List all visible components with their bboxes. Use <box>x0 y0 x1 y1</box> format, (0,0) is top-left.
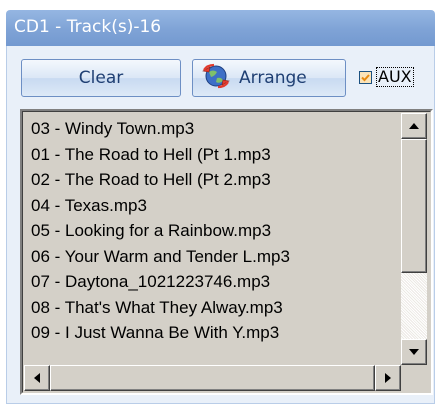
checkmark-icon <box>360 71 371 83</box>
horizontal-scrollbar[interactable] <box>24 365 401 391</box>
list-item[interactable]: 07 - Daytona_1021223746.mp3 <box>31 269 401 295</box>
list-item[interactable]: 04 - Texas.mp3 <box>31 193 401 219</box>
globe-arrows-icon <box>201 63 231 94</box>
list-item[interactable]: 03 - Windy Town.mp3 <box>31 116 401 142</box>
aux-label: AUX <box>376 67 414 87</box>
vertical-scrollbar[interactable] <box>401 113 427 365</box>
list-item[interactable]: 08 - That's What They Alway.mp3 <box>31 295 401 321</box>
track-listbox[interactable]: 03 - Windy Town.mp3 01 - The Road to Hel… <box>20 109 433 395</box>
clear-button[interactable]: Clear <box>21 59 181 97</box>
title-bar: CD1 - Track(s)-16 <box>6 10 435 46</box>
clear-button-label: Clear <box>78 68 124 88</box>
track-panel: CD1 - Track(s)-16 Clear Arrange AUX 03 -… <box>0 0 442 411</box>
list-item[interactable]: 02 - The Road to Hell (Pt 2.mp3 <box>31 167 401 193</box>
scroll-left-button[interactable] <box>24 365 50 391</box>
horizontal-scroll-thumb[interactable] <box>50 365 375 391</box>
scroll-up-button[interactable] <box>401 113 427 139</box>
vertical-scroll-thumb[interactable] <box>401 139 427 273</box>
list-item[interactable]: 01 - The Road to Hell (Pt 1.mp3 <box>31 142 401 168</box>
list-item[interactable]: 06 - Your Warm and Tender L.mp3 <box>31 244 401 270</box>
panel-title: CD1 - Track(s)-16 <box>14 17 162 37</box>
track-list: 03 - Windy Town.mp3 01 - The Road to Hel… <box>31 116 401 362</box>
track-listbox-frame: 03 - Windy Town.mp3 01 - The Road to Hel… <box>22 111 431 393</box>
list-item[interactable]: 09 - I Just Wanna Be With Y.mp3 <box>31 320 401 346</box>
arrow-down-icon <box>409 349 419 355</box>
aux-checkbox[interactable] <box>359 70 372 84</box>
scroll-right-button[interactable] <box>375 365 401 391</box>
aux-toggle[interactable]: AUX <box>359 61 414 93</box>
arrange-button-label: Arrange <box>239 68 307 88</box>
list-item[interactable]: 05 - Looking for a Rainbow.mp3 <box>31 218 401 244</box>
arrow-left-icon <box>34 373 40 383</box>
arrow-up-icon <box>409 123 419 129</box>
arrow-right-icon <box>385 373 391 383</box>
scrollbar-corner <box>401 365 427 391</box>
arrange-button[interactable]: Arrange <box>192 59 346 97</box>
scroll-down-button[interactable] <box>401 339 427 365</box>
